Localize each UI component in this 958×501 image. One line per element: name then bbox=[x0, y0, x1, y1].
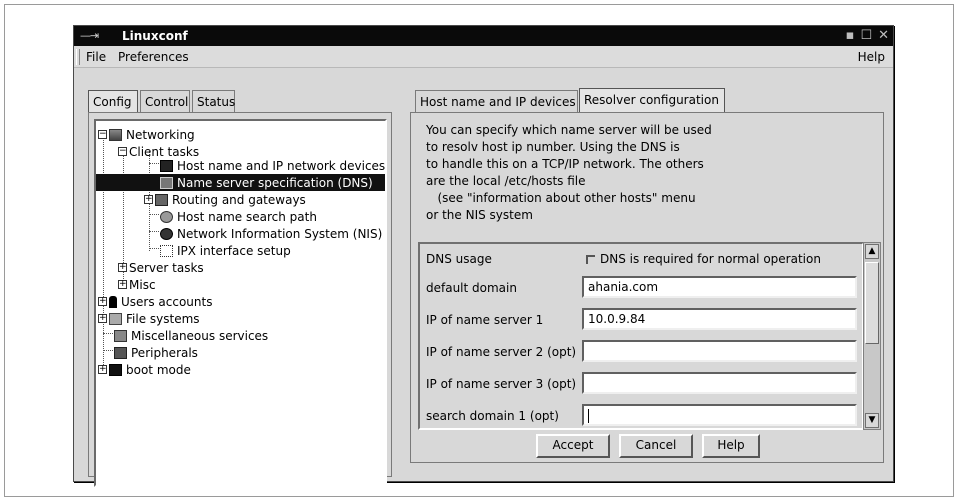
info-line: to resolv host ip number. Using the DNS … bbox=[426, 140, 680, 154]
menu-preferences[interactable]: Preferences bbox=[118, 50, 189, 64]
tree-item-label: Server tasks bbox=[129, 260, 204, 275]
tree-item-label: Host name and IP network devices bbox=[177, 158, 386, 173]
maximize-icon[interactable]: ☐ bbox=[860, 26, 872, 46]
tree-item-server-tasks[interactable]: + Server tasks bbox=[118, 259, 204, 276]
menubar-grip[interactable] bbox=[76, 49, 80, 65]
cancel-button[interactable]: Cancel bbox=[619, 434, 693, 458]
tree-item-dns[interactable]: Name server specification (DNS) bbox=[96, 174, 385, 191]
expand-icon[interactable]: + bbox=[144, 195, 153, 204]
window-title: Linuxconf bbox=[122, 29, 188, 43]
tree-item-file-systems[interactable]: + File systems bbox=[98, 310, 200, 327]
tree-item-label: boot mode bbox=[126, 362, 191, 377]
globe-icon bbox=[160, 227, 173, 240]
collapse-icon[interactable]: − bbox=[98, 130, 107, 139]
dns-required-label: DNS is required for normal operation bbox=[600, 252, 821, 266]
magnifier-icon bbox=[160, 210, 173, 223]
accept-button[interactable]: Accept bbox=[536, 434, 610, 458]
info-line: or the NIS system bbox=[426, 208, 533, 222]
dns-required-checkbox[interactable]: DNS is required for normal operation bbox=[586, 252, 821, 266]
tree-item-peripherals[interactable]: Peripherals bbox=[114, 344, 198, 361]
router-icon bbox=[155, 193, 168, 206]
collapse-icon[interactable]: − bbox=[118, 147, 127, 156]
menu-help[interactable]: Help bbox=[858, 50, 885, 64]
search-domain-1-input[interactable] bbox=[582, 404, 857, 426]
config-tree: − Networking − Client tasks Host name an… bbox=[94, 119, 387, 487]
services-icon bbox=[114, 329, 127, 342]
tree-item-label: Host name search path bbox=[177, 209, 317, 224]
scroll-up-icon[interactable]: ▲ bbox=[865, 244, 879, 259]
minimize-icon[interactable]: ▪ bbox=[846, 26, 855, 46]
resolver-form: DNS usage DNS is required for normal ope… bbox=[418, 242, 864, 430]
title-bar: —⇥ Linuxconf ▪ ☐ ✕ bbox=[74, 26, 893, 46]
resolver-description: You can specify which name server will b… bbox=[426, 122, 712, 224]
help-button[interactable]: Help bbox=[702, 434, 760, 458]
expand-icon[interactable]: + bbox=[98, 297, 107, 306]
form-scrollbar[interactable]: ▲ ▼ bbox=[863, 242, 881, 430]
name-server-2-input[interactable] bbox=[582, 340, 857, 362]
disk-icon bbox=[109, 312, 122, 325]
scroll-down-icon[interactable]: ▼ bbox=[865, 413, 879, 428]
network-nodes-icon bbox=[160, 244, 173, 257]
tree-item-label: Users accounts bbox=[121, 294, 213, 309]
menu-bar: File Preferences Help bbox=[74, 46, 893, 68]
tab-config[interactable]: Config bbox=[88, 90, 138, 112]
info-line: You can specify which name server will b… bbox=[426, 123, 712, 137]
printer-icon bbox=[114, 346, 127, 359]
name-server-3-input[interactable] bbox=[582, 372, 857, 394]
close-icon[interactable]: ✕ bbox=[878, 26, 889, 46]
expand-icon[interactable]: + bbox=[98, 365, 107, 374]
tree-item-label: Routing and gateways bbox=[172, 192, 306, 207]
monitor-icon bbox=[160, 176, 173, 189]
tree-item-misc-services[interactable]: Miscellaneous services bbox=[114, 327, 268, 344]
expand-icon[interactable]: + bbox=[118, 263, 127, 272]
scrollbar-thumb[interactable] bbox=[865, 262, 879, 344]
text-cursor bbox=[588, 408, 589, 423]
monitor-icon bbox=[160, 159, 173, 172]
name-server-1-label: IP of name server 1 bbox=[426, 313, 544, 327]
name-server-3-label: IP of name server 3 (opt) bbox=[426, 377, 577, 391]
menu-file[interactable]: File bbox=[86, 50, 106, 64]
tree-item-networking[interactable]: − Networking bbox=[98, 126, 195, 143]
info-line: to handle this on a TCP/IP network. The … bbox=[426, 157, 704, 171]
tab-status[interactable]: Status bbox=[192, 90, 235, 112]
dns-usage-label: DNS usage bbox=[426, 252, 492, 266]
tree-item-label: Name server specification (DNS) bbox=[177, 175, 373, 190]
tab-host-name-ip-devices[interactable]: Host name and IP devices bbox=[415, 90, 578, 112]
tree-item-label: Misc bbox=[129, 277, 156, 292]
linuxconf-window: —⇥ Linuxconf ▪ ☐ ✕ File Preferences Help… bbox=[73, 25, 894, 487]
tree-item-label: Networking bbox=[126, 127, 195, 142]
tree-item-search-path[interactable]: Host name search path bbox=[160, 208, 317, 225]
window-menu-icon[interactable]: —⇥ bbox=[80, 29, 99, 42]
name-server-1-input[interactable]: 10.0.9.84 bbox=[582, 308, 857, 330]
tree-item-nis[interactable]: Network Information System (NIS) bbox=[160, 225, 382, 242]
info-line: are the local /etc/hosts file bbox=[426, 174, 586, 188]
tree-item-routing[interactable]: + Routing and gateways bbox=[144, 191, 306, 208]
checkbox-icon[interactable] bbox=[586, 254, 595, 264]
tree-item-label: Miscellaneous services bbox=[131, 328, 269, 343]
tree-item-label: IPX interface setup bbox=[177, 243, 291, 258]
info-line: (see "information about other hosts" men… bbox=[426, 191, 696, 205]
tab-resolver-configuration[interactable]: Resolver configuration bbox=[579, 88, 725, 113]
tree-item-label: Network Information System (NIS) bbox=[177, 226, 383, 241]
expand-icon[interactable]: + bbox=[118, 280, 127, 289]
default-domain-label: default domain bbox=[426, 281, 517, 295]
network-icon bbox=[109, 128, 122, 141]
search-domain-1-label: search domain 1 (opt) bbox=[426, 409, 559, 423]
tree-item-ipx[interactable]: IPX interface setup bbox=[160, 242, 291, 259]
tree-item-users[interactable]: + Users accounts bbox=[98, 293, 212, 310]
tree-item-label: File systems bbox=[126, 311, 200, 326]
expand-icon[interactable]: + bbox=[98, 314, 107, 323]
tree-item-label: Peripherals bbox=[131, 345, 198, 360]
power-icon bbox=[109, 363, 122, 376]
tree-item-boot-mode[interactable]: + boot mode bbox=[98, 361, 191, 378]
users-icon bbox=[109, 295, 117, 308]
tree-item-misc[interactable]: + Misc bbox=[118, 276, 156, 293]
tree-item-host-name-devices[interactable]: Host name and IP network devices bbox=[160, 157, 385, 174]
tab-control[interactable]: Control bbox=[140, 90, 190, 112]
name-server-2-label: IP of name server 2 (opt) bbox=[426, 345, 577, 359]
default-domain-input[interactable]: ahania.com bbox=[582, 276, 857, 298]
